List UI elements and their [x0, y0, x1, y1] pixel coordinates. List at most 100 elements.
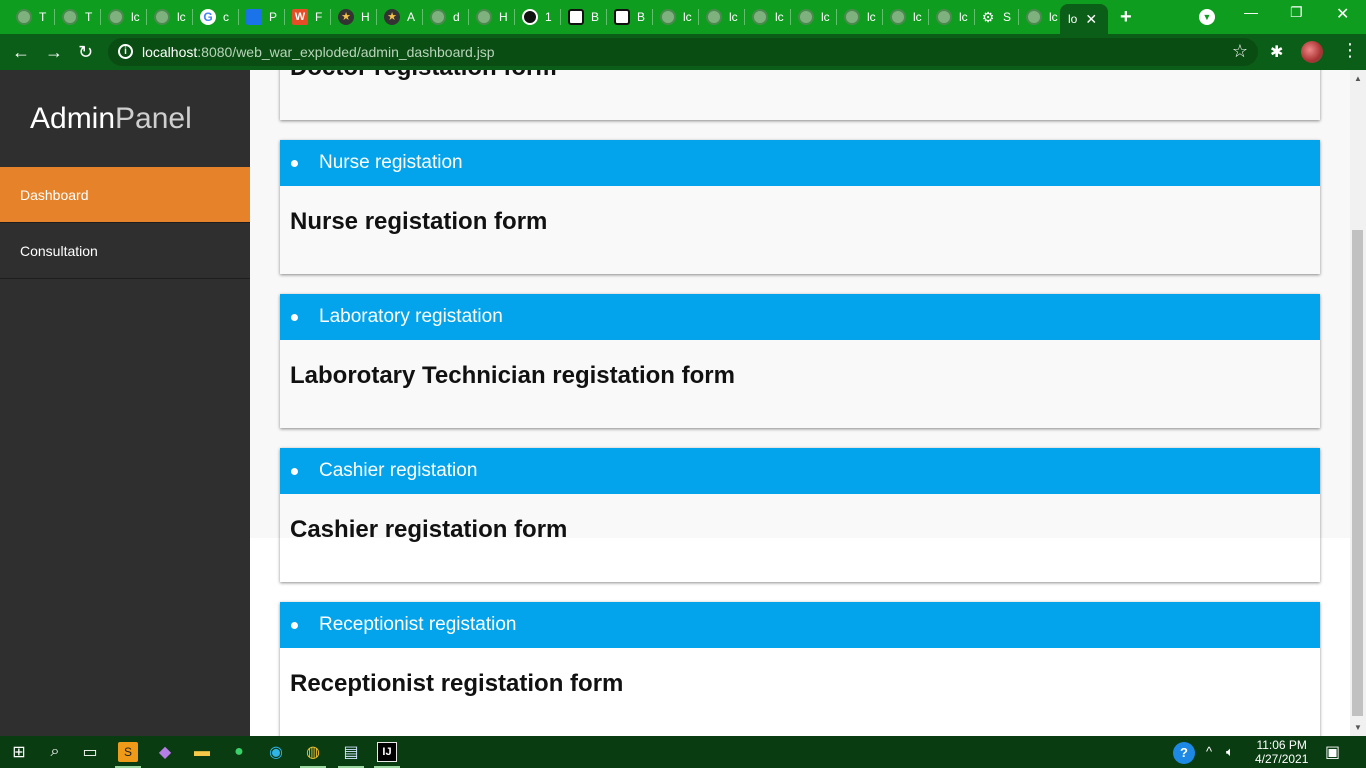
browser-tab[interactable]: T: [16, 4, 46, 30]
browser-tab[interactable]: H: [476, 4, 508, 30]
windows-start-icon[interactable]: ⊞: [9, 742, 29, 762]
menu-icon[interactable]: ⋮: [1341, 40, 1359, 61]
card-header[interactable]: Cashier registation: [280, 448, 1320, 494]
restore-icon[interactable]: ❐: [1290, 4, 1303, 21]
bullet-icon: [291, 621, 298, 629]
gear-icon: ⚙: [981, 9, 995, 25]
doctor-registration-card: Doctor registation form: [280, 70, 1320, 120]
star-badge-icon: ★: [384, 9, 400, 25]
url-text: localhost:8080/web_war_exploded/admin_da…: [142, 44, 495, 60]
browser-tab[interactable]: ★ H: [338, 4, 370, 30]
browser-tab-active[interactable]: lo ✕: [1060, 4, 1108, 34]
globe-icon: [798, 9, 814, 25]
globe-icon: [660, 9, 676, 25]
globe-icon: [890, 9, 906, 25]
laboratory-registration-card: Laboratory registation Laborotary Techni…: [280, 294, 1320, 428]
profile-avatar[interactable]: [1301, 41, 1323, 63]
clock[interactable]: 11:06 PM 4/27/2021: [1255, 738, 1308, 766]
globe-icon: [706, 9, 722, 25]
card-header[interactable]: Receptionist registation: [280, 602, 1320, 648]
bookmark-star-icon[interactable]: ☆: [1232, 41, 1248, 62]
globe-icon: [16, 9, 32, 25]
globe-icon: [752, 9, 768, 25]
close-tab-icon[interactable]: ✕: [1085, 11, 1097, 28]
sidebar-item-dashboard[interactable]: Dashboard: [0, 167, 250, 223]
chrome-icon[interactable]: ◍: [303, 742, 323, 762]
globe-icon: [936, 9, 952, 25]
browser-tab[interactable]: B: [614, 4, 645, 30]
card-title: Receptionist registation form: [290, 670, 624, 697]
hexagon-icon: [522, 9, 538, 25]
browser-tab[interactable]: WF: [292, 4, 322, 30]
address-bar[interactable]: i localhost:8080/web_war_exploded/admin_…: [108, 38, 1258, 66]
visual-studio-icon[interactable]: ◆: [155, 742, 175, 762]
sublime-text-icon[interactable]: S: [118, 742, 138, 762]
bullet-icon: [291, 313, 298, 321]
card-header[interactable]: Nurse registation: [280, 140, 1320, 186]
browser-tab[interactable]: lc: [844, 4, 876, 30]
browser-tab[interactable]: ★ A: [384, 4, 415, 30]
close-window-icon[interactable]: ✕: [1336, 4, 1349, 24]
browser-tab[interactable]: lc: [108, 4, 140, 30]
star-badge-icon: ★: [338, 9, 354, 25]
reload-icon[interactable]: ↻: [78, 42, 93, 62]
globe-icon: [154, 9, 170, 25]
notification-icon[interactable]: ▣: [1325, 742, 1340, 762]
minimize-icon[interactable]: —: [1244, 4, 1258, 20]
browser-tab[interactable]: lc: [936, 4, 968, 30]
browser-tab[interactable]: lc: [706, 4, 738, 30]
vertical-scrollbar[interactable]: ▲ ▼: [1350, 70, 1366, 736]
file-explorer-icon[interactable]: ▬: [192, 742, 212, 762]
browser-tab[interactable]: lc: [1026, 4, 1058, 30]
scroll-up-icon[interactable]: ▲: [1354, 74, 1362, 83]
bullet-icon: [291, 159, 298, 167]
back-icon[interactable]: ←: [12, 42, 30, 62]
tab-search-icon[interactable]: ▼: [1199, 9, 1215, 25]
browser-tab[interactable]: ⚙ S: [980, 4, 1011, 30]
sidebar-item-consultation[interactable]: Consultation: [0, 223, 250, 279]
globe-icon: [476, 9, 492, 25]
globe-icon: [108, 9, 124, 25]
info-icon[interactable]: i: [118, 44, 133, 59]
browser-tab[interactable]: lc: [798, 4, 830, 30]
search-icon[interactable]: ⌕: [45, 742, 65, 762]
browser-tab[interactable]: B: [568, 4, 599, 30]
edge-icon[interactable]: ◉: [266, 742, 286, 762]
brand-logo: AdminPanel: [30, 102, 192, 135]
browser-tab[interactable]: lc: [752, 4, 784, 30]
taskbar: ⊞ ⌕ ▭ S ◆ ▬ ● ◉ ◍ ▤ IJ ? ^ 🔈︎ 11:06 PM 4…: [0, 736, 1366, 768]
globe-icon: [62, 9, 78, 25]
browser-tab[interactable]: Gc: [200, 4, 229, 30]
cube-icon: [614, 9, 630, 25]
browser-tab[interactable]: T: [62, 4, 92, 30]
w-logo-icon: W: [292, 9, 308, 25]
scroll-down-icon[interactable]: ▼: [1354, 723, 1362, 732]
cashier-registration-card: Cashier registation Cashier registation …: [280, 448, 1320, 582]
card-title: Cashier registation form: [290, 516, 568, 543]
forward-icon[interactable]: →: [45, 42, 63, 62]
browser-tab[interactable]: lc: [660, 4, 692, 30]
card-title: Laborotary Technician registation form: [290, 362, 735, 389]
extensions-icon[interactable]: ✱: [1270, 42, 1283, 62]
nurse-registration-card: Nurse registation Nurse registation form: [280, 140, 1320, 274]
chevron-up-icon[interactable]: ^: [1206, 744, 1212, 759]
globe-icon: [1026, 9, 1042, 25]
browser-tab[interactable]: lc: [154, 4, 186, 30]
card-header[interactable]: Laboratory registation: [280, 294, 1320, 340]
browser-tab[interactable]: 1: [522, 4, 552, 30]
scrollbar-thumb[interactable]: [1352, 230, 1363, 716]
browser-tab[interactable]: P: [246, 4, 277, 30]
new-tab-button[interactable]: +: [1120, 6, 1132, 29]
whatsapp-icon[interactable]: ●: [229, 742, 249, 762]
volume-icon[interactable]: 🔈︎: [1226, 744, 1234, 760]
notepad-icon[interactable]: ▤: [341, 742, 361, 762]
task-view-icon[interactable]: ▭: [80, 742, 100, 762]
app-icon: [246, 9, 262, 25]
receptionist-registration-card: Receptionist registation Receptionist re…: [280, 602, 1320, 736]
intellij-icon[interactable]: IJ: [377, 742, 397, 762]
browser-tab[interactable]: d: [430, 4, 460, 30]
google-icon: G: [200, 9, 216, 25]
bullet-icon: [291, 467, 298, 475]
browser-tab[interactable]: lc: [890, 4, 922, 30]
help-icon[interactable]: ?: [1173, 742, 1195, 764]
